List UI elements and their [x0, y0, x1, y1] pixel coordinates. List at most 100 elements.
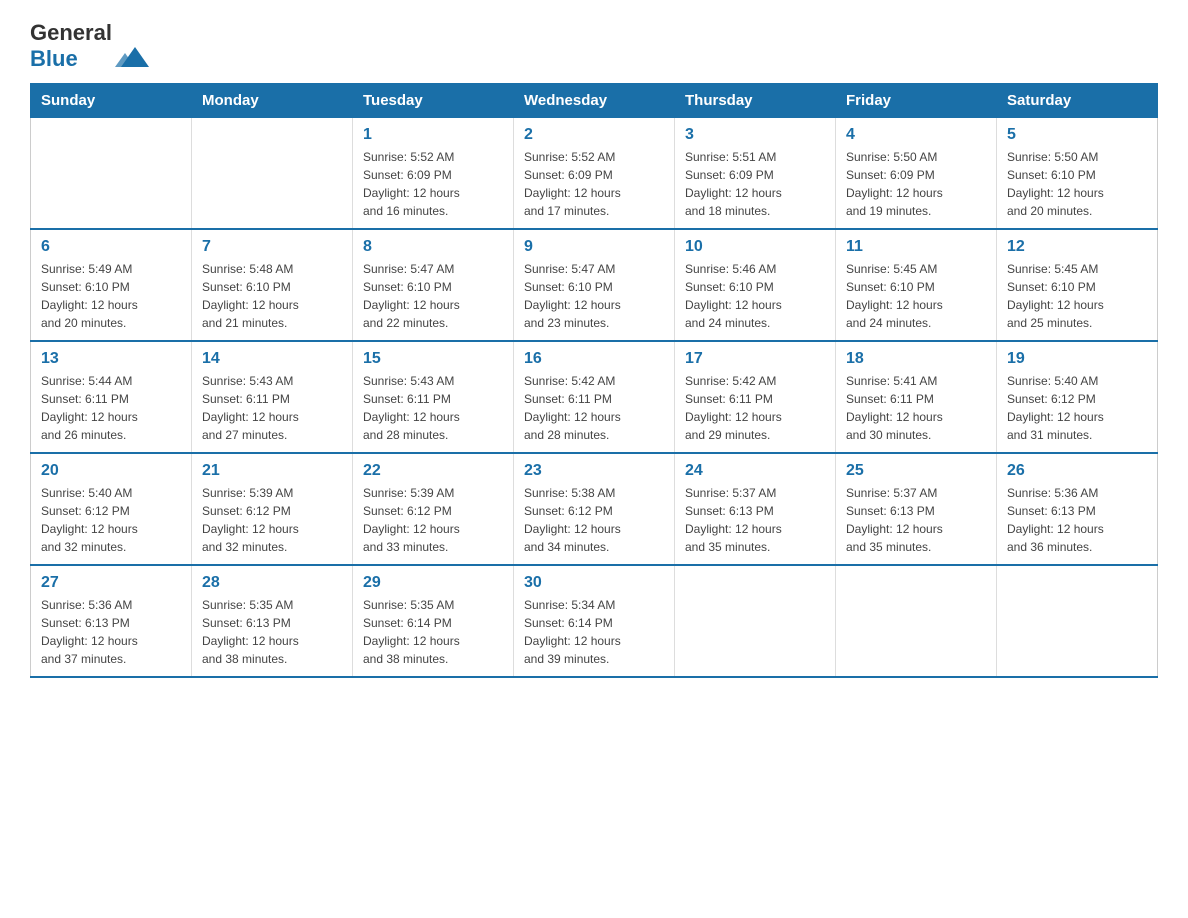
- day-number: 15: [363, 350, 503, 368]
- day-number: 18: [846, 350, 986, 368]
- calendar-cell: 20 Sunrise: 5:40 AMSunset: 6:12 PMDayligh…: [31, 453, 192, 565]
- calendar-cell: 11 Sunrise: 5:45 AMSunset: 6:10 PMDayligh…: [836, 229, 997, 341]
- day-number: 26: [1007, 462, 1147, 480]
- day-number: 19: [1007, 350, 1147, 368]
- day-info: Sunrise: 5:39 AMSunset: 6:12 PMDaylight:…: [202, 484, 342, 556]
- calendar-cell: [675, 565, 836, 677]
- day-number: 4: [846, 126, 986, 144]
- weekday-header-thursday: Thursday: [675, 83, 836, 117]
- calendar-cell: 24 Sunrise: 5:37 AMSunset: 6:13 PMDayligh…: [675, 453, 836, 565]
- calendar-cell: 1 Sunrise: 5:52 AMSunset: 6:09 PMDaylight…: [353, 117, 514, 229]
- day-info: Sunrise: 5:47 AMSunset: 6:10 PMDaylight:…: [363, 260, 503, 332]
- calendar-week-row: 13 Sunrise: 5:44 AMSunset: 6:11 PMDayligh…: [31, 341, 1158, 453]
- weekday-header-monday: Monday: [192, 83, 353, 117]
- calendar-week-row: 27 Sunrise: 5:36 AMSunset: 6:13 PMDayligh…: [31, 565, 1158, 677]
- calendar-cell: 16Sunrise: 5:42 AMSunset: 6:11 PMDayligh…: [514, 341, 675, 453]
- calendar-cell: 3 Sunrise: 5:51 AMSunset: 6:09 PMDaylight…: [675, 117, 836, 229]
- day-info: Sunrise: 5:36 AMSunset: 6:13 PMDaylight:…: [41, 596, 181, 668]
- day-info: Sunrise: 5:50 AMSunset: 6:09 PMDaylight:…: [846, 148, 986, 220]
- day-number: 8: [363, 238, 503, 256]
- day-number: 6: [41, 238, 181, 256]
- calendar-cell: 6 Sunrise: 5:49 AMSunset: 6:10 PMDaylight…: [31, 229, 192, 341]
- calendar-cell: 8 Sunrise: 5:47 AMSunset: 6:10 PMDaylight…: [353, 229, 514, 341]
- day-info: Sunrise: 5:37 AMSunset: 6:13 PMDaylight:…: [685, 484, 825, 556]
- day-number: 14: [202, 350, 342, 368]
- calendar-week-row: 6 Sunrise: 5:49 AMSunset: 6:10 PMDaylight…: [31, 229, 1158, 341]
- day-number: 11: [846, 238, 986, 256]
- calendar-cell: 15 Sunrise: 5:43 AMSunset: 6:11 PMDayligh…: [353, 341, 514, 453]
- weekday-header-wednesday: Wednesday: [514, 83, 675, 117]
- weekday-header-saturday: Saturday: [997, 83, 1158, 117]
- day-info: Sunrise: 5:34 AMSunset: 6:14 PMDaylight:…: [524, 596, 664, 668]
- day-number: 17: [685, 350, 825, 368]
- day-number: 30: [524, 574, 664, 592]
- day-info: Sunrise: 5:46 AMSunset: 6:10 PMDaylight:…: [685, 260, 825, 332]
- day-info: Sunrise: 5:35 AMSunset: 6:13 PMDaylight:…: [202, 596, 342, 668]
- day-number: 10: [685, 238, 825, 256]
- day-info: Sunrise: 5:50 AMSunset: 6:10 PMDaylight:…: [1007, 148, 1147, 220]
- calendar-cell: 21 Sunrise: 5:39 AMSunset: 6:12 PMDayligh…: [192, 453, 353, 565]
- day-info: Sunrise: 5:40 AMSunset: 6:12 PMDaylight:…: [41, 484, 181, 556]
- day-info: Sunrise: 5:37 AMSunset: 6:13 PMDaylight:…: [846, 484, 986, 556]
- weekday-header-row: SundayMondayTuesdayWednesdayThursdayFrid…: [31, 83, 1158, 117]
- calendar-cell: 30 Sunrise: 5:34 AMSunset: 6:14 PMDayligh…: [514, 565, 675, 677]
- calendar-cell: 26 Sunrise: 5:36 AMSunset: 6:13 PMDayligh…: [997, 453, 1158, 565]
- day-info: Sunrise: 5:45 AMSunset: 6:10 PMDaylight:…: [1007, 260, 1147, 332]
- logo: GeneralBlue: [30, 20, 149, 73]
- calendar-cell: 27 Sunrise: 5:36 AMSunset: 6:13 PMDayligh…: [31, 565, 192, 677]
- page-header: GeneralBlue: [30, 20, 1158, 73]
- calendar-cell: 17 Sunrise: 5:42 AMSunset: 6:11 PMDayligh…: [675, 341, 836, 453]
- calendar-cell: 19 Sunrise: 5:40 AMSunset: 6:12 PMDayligh…: [997, 341, 1158, 453]
- day-info: Sunrise: 5:35 AMSunset: 6:14 PMDaylight:…: [363, 596, 503, 668]
- calendar-cell: 13 Sunrise: 5:44 AMSunset: 6:11 PMDayligh…: [31, 341, 192, 453]
- calendar-week-row: 1 Sunrise: 5:52 AMSunset: 6:09 PMDaylight…: [31, 117, 1158, 229]
- calendar-cell: [192, 117, 353, 229]
- day-info: Sunrise: 5:52 AMSunset: 6:09 PMDaylight:…: [524, 148, 664, 220]
- day-info: Sunrise: 5:42 AMSunset: 6:11 PMDaylight:…: [524, 372, 664, 444]
- calendar-cell: 2Sunrise: 5:52 AMSunset: 6:09 PMDaylight…: [514, 117, 675, 229]
- day-info: Sunrise: 5:51 AMSunset: 6:09 PMDaylight:…: [685, 148, 825, 220]
- day-number: 9: [524, 238, 664, 256]
- calendar-cell: 7 Sunrise: 5:48 AMSunset: 6:10 PMDaylight…: [192, 229, 353, 341]
- day-number: 5: [1007, 126, 1147, 144]
- day-number: 23: [524, 462, 664, 480]
- day-info: Sunrise: 5:49 AMSunset: 6:10 PMDaylight:…: [41, 260, 181, 332]
- day-info: Sunrise: 5:44 AMSunset: 6:11 PMDaylight:…: [41, 372, 181, 444]
- day-info: Sunrise: 5:45 AMSunset: 6:10 PMDaylight:…: [846, 260, 986, 332]
- calendar-cell: 10 Sunrise: 5:46 AMSunset: 6:10 PMDayligh…: [675, 229, 836, 341]
- day-number: 29: [363, 574, 503, 592]
- day-info: Sunrise: 5:36 AMSunset: 6:13 PMDaylight:…: [1007, 484, 1147, 556]
- day-info: Sunrise: 5:41 AMSunset: 6:11 PMDaylight:…: [846, 372, 986, 444]
- day-number: 25: [846, 462, 986, 480]
- day-number: 3: [685, 126, 825, 144]
- calendar-cell: 18 Sunrise: 5:41 AMSunset: 6:11 PMDayligh…: [836, 341, 997, 453]
- day-number: 24: [685, 462, 825, 480]
- day-number: 7: [202, 238, 342, 256]
- calendar-cell: 4 Sunrise: 5:50 AMSunset: 6:09 PMDaylight…: [836, 117, 997, 229]
- day-info: Sunrise: 5:43 AMSunset: 6:11 PMDaylight:…: [363, 372, 503, 444]
- calendar-cell: 12 Sunrise: 5:45 AMSunset: 6:10 PMDayligh…: [997, 229, 1158, 341]
- day-info: Sunrise: 5:52 AMSunset: 6:09 PMDaylight:…: [363, 148, 503, 220]
- day-number: 27: [41, 574, 181, 592]
- day-info: Sunrise: 5:42 AMSunset: 6:11 PMDaylight:…: [685, 372, 825, 444]
- calendar-cell: 28 Sunrise: 5:35 AMSunset: 6:13 PMDayligh…: [192, 565, 353, 677]
- day-info: Sunrise: 5:47 AMSunset: 6:10 PMDaylight:…: [524, 260, 664, 332]
- day-info: Sunrise: 5:48 AMSunset: 6:10 PMDaylight:…: [202, 260, 342, 332]
- day-number: 12: [1007, 238, 1147, 256]
- day-number: 13: [41, 350, 181, 368]
- day-info: Sunrise: 5:38 AMSunset: 6:12 PMDaylight:…: [524, 484, 664, 556]
- day-number: 22: [363, 462, 503, 480]
- day-number: 1: [363, 126, 503, 144]
- day-number: 20: [41, 462, 181, 480]
- day-number: 21: [202, 462, 342, 480]
- calendar-cell: 9 Sunrise: 5:47 AMSunset: 6:10 PMDaylight…: [514, 229, 675, 341]
- day-number: 28: [202, 574, 342, 592]
- weekday-header-sunday: Sunday: [31, 83, 192, 117]
- calendar-cell: 23 Sunrise: 5:38 AMSunset: 6:12 PMDayligh…: [514, 453, 675, 565]
- day-info: Sunrise: 5:39 AMSunset: 6:12 PMDaylight:…: [363, 484, 503, 556]
- day-info: Sunrise: 5:43 AMSunset: 6:11 PMDaylight:…: [202, 372, 342, 444]
- logo-icon: [115, 39, 149, 73]
- logo-text: GeneralBlue: [30, 20, 112, 73]
- day-info: Sunrise: 5:40 AMSunset: 6:12 PMDaylight:…: [1007, 372, 1147, 444]
- calendar-cell: 22 Sunrise: 5:39 AMSunset: 6:12 PMDayligh…: [353, 453, 514, 565]
